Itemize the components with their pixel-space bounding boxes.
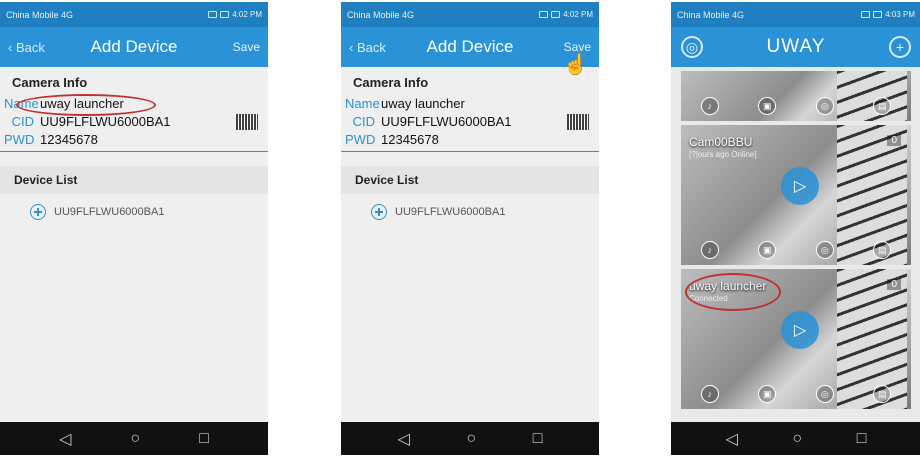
signal-icon: [539, 11, 549, 18]
system-navigation-bar: ◁ ○ □: [671, 422, 920, 455]
clock: 4:02 PM: [232, 10, 262, 19]
device-list-item[interactable]: UU9FLFLWU6000BA1: [0, 194, 268, 220]
divider: [0, 151, 268, 152]
microphone-icon[interactable]: ♪: [700, 385, 719, 403]
app-header: ◎ UWAY +: [671, 27, 920, 67]
battery-icon: [220, 11, 230, 18]
add-circle-icon: [30, 204, 46, 220]
device-list-item[interactable]: UU9FLFLWU6000BA1: [341, 194, 599, 220]
highlight-circle: [16, 94, 156, 116]
cid-value[interactable]: UU9FLFLWU6000BA1: [381, 114, 512, 129]
cid-label: CID: [352, 113, 375, 129]
nav-home-icon[interactable]: ○: [130, 430, 140, 448]
name-label: Name: [345, 95, 380, 111]
name-field[interactable]: Name uway launcher: [341, 94, 599, 112]
lock-icon[interactable]: ▤: [873, 241, 892, 259]
phone-screen-add-device-1: China Mobile 4G 4:02 PM ‹ Back Add Devic…: [0, 2, 268, 455]
carrier-label: China Mobile 4G: [677, 9, 745, 20]
camera-card[interactable]: Cam00BBU [?]ours ago Online] 0 ▷ ♪ ▣ ◎ ▤: [681, 125, 911, 265]
phone-screen-add-device-2: China Mobile 4G 4:02 PM ‹ Back Add Devic…: [341, 2, 599, 455]
system-navigation-bar: ◁ ○ □: [0, 422, 268, 455]
back-button[interactable]: ‹ Back: [8, 40, 45, 55]
qr-scan-icon[interactable]: [567, 114, 589, 130]
status-bar: China Mobile 4G 4:03 PM: [671, 2, 920, 27]
cid-field[interactable]: CID UU9FLFLWU6000BA1: [341, 112, 599, 130]
battery-icon: [551, 11, 561, 18]
cid-field[interactable]: CID UU9FLFLWU6000BA1: [0, 112, 268, 130]
snapshot-icon[interactable]: ▣: [758, 241, 777, 259]
lock-icon[interactable]: ▤: [873, 97, 892, 115]
camera-info-header: Camera Info: [353, 75, 429, 90]
phone-screen-camera-list: China Mobile 4G 4:03 PM ◎ UWAY + ♪ ▣ ◎ ▤…: [671, 2, 920, 455]
signal-icon: [861, 11, 871, 18]
back-button[interactable]: ‹ Back: [349, 40, 386, 55]
add-device-icon[interactable]: +: [888, 36, 911, 58]
camera-card[interactable]: uway launcher Connected 0 ▷ ♪ ▣ ◎ ▤: [681, 269, 911, 409]
alarm-count-badge: 0: [887, 279, 901, 290]
microphone-icon[interactable]: ♪: [700, 97, 719, 115]
status-bar: China Mobile 4G 4:02 PM: [341, 2, 599, 27]
nav-recent-icon[interactable]: □: [533, 430, 543, 448]
pwd-value[interactable]: 12345678: [40, 132, 98, 147]
play-icon[interactable]: ▷: [781, 311, 819, 349]
pwd-value[interactable]: 12345678: [381, 132, 439, 147]
camera-status: [?]ours ago Online]: [689, 150, 757, 159]
device-id: UU9FLFLWU6000BA1: [395, 206, 506, 218]
device-id: UU9FLFLWU6000BA1: [54, 206, 165, 218]
device-list-header: Device List: [341, 166, 599, 194]
battery-icon: [873, 11, 883, 18]
nav-home-icon[interactable]: ○: [466, 430, 476, 448]
settings-icon[interactable]: ◎: [815, 385, 834, 403]
cid-label: CID: [11, 113, 34, 129]
nav-back-icon[interactable]: ◁: [726, 429, 738, 449]
cid-value[interactable]: UU9FLFLWU6000BA1: [40, 114, 171, 129]
navigation-bar: ‹ Back Add Device Save: [341, 27, 599, 67]
clock: 4:03 PM: [885, 10, 915, 19]
settings-icon[interactable]: ◎: [815, 97, 834, 115]
signal-icon: [208, 11, 218, 18]
lock-icon[interactable]: ▤: [873, 385, 892, 403]
highlight-circle: [685, 273, 781, 311]
settings-icon[interactable]: ◎: [681, 36, 703, 58]
nav-home-icon[interactable]: ○: [792, 430, 802, 448]
divider: [341, 151, 599, 152]
device-list-header: Device List: [0, 166, 268, 194]
pwd-label: PWD: [4, 131, 35, 147]
qr-scan-icon[interactable]: [236, 114, 258, 130]
play-icon[interactable]: ▷: [781, 167, 819, 205]
carrier-label: China Mobile 4G: [6, 9, 74, 20]
carrier-label: China Mobile 4G: [347, 9, 415, 20]
navigation-bar: ‹ Back Add Device Save: [0, 27, 268, 67]
camera-name: Cam00BBU: [689, 135, 753, 149]
add-circle-icon: [371, 204, 387, 220]
name-value[interactable]: uway launcher: [381, 96, 465, 111]
nav-back-icon[interactable]: ◁: [59, 429, 71, 449]
pwd-field[interactable]: PWD 12345678: [0, 130, 268, 148]
alarm-count-badge: 0: [887, 135, 901, 146]
nav-back-icon[interactable]: ◁: [398, 429, 410, 449]
pwd-field[interactable]: PWD 12345678: [341, 130, 599, 148]
settings-icon[interactable]: ◎: [815, 241, 834, 259]
system-navigation-bar: ◁ ○ □: [341, 422, 599, 455]
snapshot-icon[interactable]: ▣: [758, 385, 777, 403]
microphone-icon[interactable]: ♪: [700, 241, 719, 259]
status-bar: China Mobile 4G 4:02 PM: [0, 2, 268, 27]
camera-card[interactable]: ♪ ▣ ◎ ▤: [681, 71, 911, 121]
nav-recent-icon[interactable]: □: [199, 430, 209, 448]
hand-pointer-icon: ☝: [563, 54, 588, 76]
app-title: UWAY: [766, 36, 826, 57]
snapshot-icon[interactable]: ▣: [758, 97, 777, 115]
clock: 4:02 PM: [563, 10, 593, 19]
nav-recent-icon[interactable]: □: [857, 430, 867, 448]
save-button[interactable]: Save: [233, 40, 260, 54]
pwd-label: PWD: [345, 131, 376, 147]
camera-info-header: Camera Info: [12, 75, 88, 90]
